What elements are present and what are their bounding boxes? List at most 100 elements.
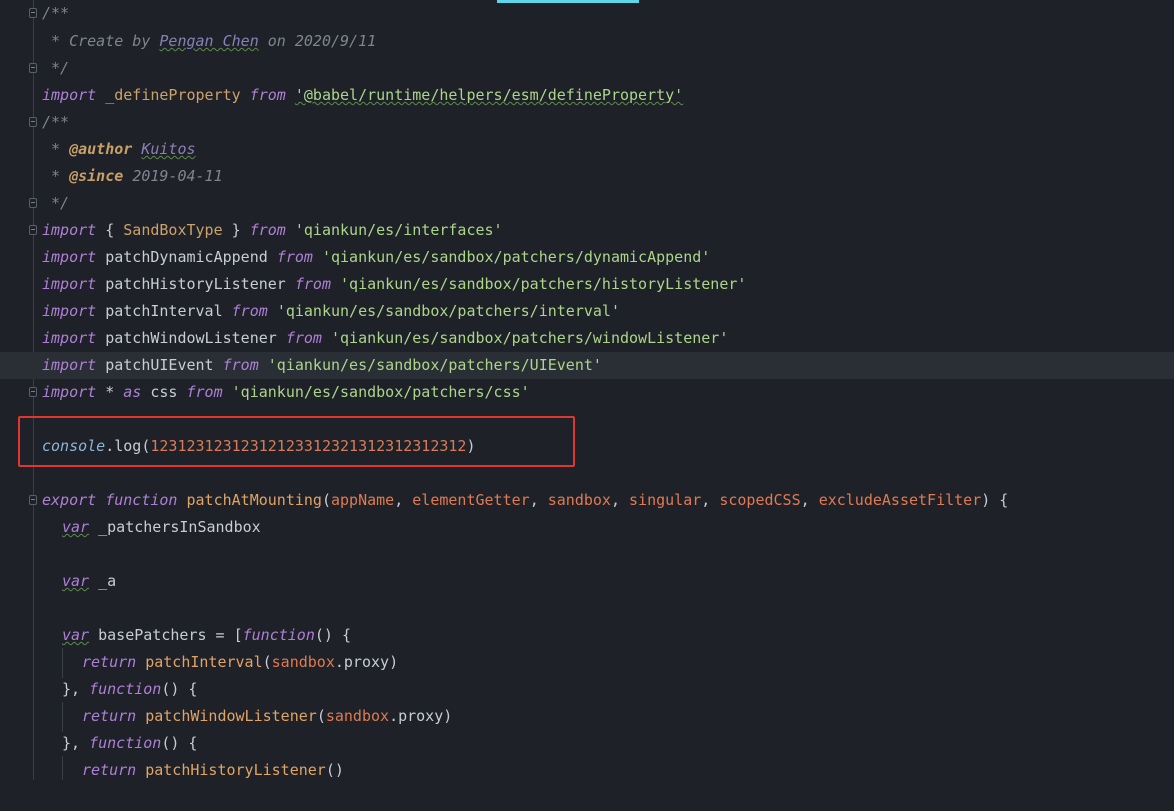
- comment-close: */: [42, 194, 70, 212]
- fold-toggle-icon[interactable]: [29, 495, 37, 505]
- import-keyword: import: [42, 329, 97, 347]
- comma: ,: [529, 491, 548, 509]
- code-line-15[interactable]: import * as css from 'qiankun/es/sandbox…: [0, 379, 1174, 406]
- code-line-14[interactable]: import patchUIEvent from 'qiankun/es/san…: [0, 352, 1174, 379]
- comma: ,: [610, 491, 630, 509]
- from-keyword: from: [294, 275, 331, 293]
- call-parens: (): [325, 761, 344, 779]
- return-keyword: return: [82, 761, 137, 779]
- code-line-9[interactable]: import { SandBoxType } from 'qiankun/es/…: [0, 217, 1174, 244]
- function-name: patchAtMounting: [186, 491, 322, 509]
- comment-close: */: [42, 59, 70, 77]
- function-keyword: function: [242, 626, 315, 644]
- return-keyword: return: [82, 653, 137, 671]
- function-keyword: function: [105, 491, 178, 509]
- namespace-star: *: [96, 383, 124, 401]
- array-separator: },: [62, 734, 90, 752]
- function-tail: () {: [161, 734, 198, 752]
- comment-star: *: [42, 167, 70, 185]
- param-sandbox: sandbox: [547, 491, 611, 509]
- code-line-2[interactable]: * Create by Pengan Chen on 2020/9/11: [0, 28, 1174, 55]
- jsdoc-value: 2019-04-11: [132, 167, 223, 185]
- import-name: _defineProperty: [105, 86, 241, 104]
- function-tail: () {: [161, 680, 198, 698]
- from-keyword: from: [285, 329, 322, 347]
- code-line-22[interactable]: var _a: [0, 568, 1174, 595]
- fold-toggle-icon[interactable]: [29, 225, 37, 235]
- code-line-3[interactable]: */: [0, 55, 1174, 82]
- code-line-13[interactable]: import patchWindowListener from 'qiankun…: [0, 325, 1174, 352]
- import-keyword: import: [42, 221, 97, 239]
- code-line-26[interactable]: }, function() {: [0, 676, 1174, 703]
- import-name: patchHistoryListener: [105, 275, 286, 293]
- comment-open: /**: [42, 4, 70, 22]
- from-keyword: from: [276, 248, 313, 266]
- code-line-24[interactable]: var basePatchers = [function() {: [0, 622, 1174, 649]
- fold-toggle-icon[interactable]: [29, 8, 37, 18]
- paren-open: (: [262, 653, 272, 671]
- code-line-27[interactable]: return patchWindowListener(sandbox.proxy…: [0, 703, 1174, 730]
- code-line-19[interactable]: export function patchAtMounting(appName,…: [0, 487, 1174, 514]
- paren-open: (: [321, 491, 331, 509]
- code-line-5[interactable]: /**: [0, 109, 1174, 136]
- comment-text: * Create by: [42, 32, 160, 50]
- import-name: css: [141, 383, 187, 401]
- import-name: patchUIEvent: [105, 356, 214, 374]
- comment-star: *: [42, 140, 70, 158]
- return-keyword: return: [82, 707, 137, 725]
- var-name: basePatchers = [: [89, 626, 243, 644]
- code-line-7[interactable]: * @since 2019-04-11: [0, 163, 1174, 190]
- fold-toggle-icon[interactable]: [29, 198, 37, 208]
- import-keyword: import: [42, 275, 97, 293]
- from-keyword: from: [231, 302, 268, 320]
- code-line-11[interactable]: import patchHistoryListener from 'qianku…: [0, 271, 1174, 298]
- import-path: 'qiankun/es/sandbox/patchers/interval': [276, 302, 620, 320]
- param-excludeassetfilter: excludeAssetFilter: [818, 491, 982, 509]
- code-line-6[interactable]: * @author Kuitos: [0, 136, 1174, 163]
- import-name: patchDynamicAppend: [105, 248, 268, 266]
- code-line-28[interactable]: }, function() {: [0, 730, 1174, 757]
- import-path: '@babel/runtime/helpers/esm/defineProper…: [294, 86, 684, 104]
- param-scopedcss: scopedCSS: [719, 491, 801, 509]
- import-path: 'qiankun/es/sandbox/patchers/dynamicAppe…: [321, 248, 711, 266]
- code-line-29[interactable]: return patchHistoryListener(): [0, 757, 1174, 780]
- paren-open: (: [316, 707, 326, 725]
- brace-close: }: [222, 221, 250, 239]
- fold-toggle-icon[interactable]: [29, 117, 37, 127]
- jsdoc-value: Kuitos: [141, 140, 196, 158]
- code-line-1[interactable]: /**: [0, 0, 1174, 27]
- export-keyword: export: [42, 491, 97, 509]
- highlight-annotation-box: [18, 416, 575, 467]
- param-appname: appName: [331, 491, 395, 509]
- fold-toggle-icon[interactable]: [29, 387, 37, 397]
- comment-author: Pengan Chen: [159, 32, 259, 50]
- from-keyword: from: [249, 86, 286, 104]
- import-keyword: import: [42, 383, 97, 401]
- proxy-prop: .proxy: [334, 653, 390, 671]
- from-keyword: from: [249, 221, 286, 239]
- proxy-prop: .proxy: [389, 707, 444, 725]
- param-elementgetter: elementGetter: [412, 491, 530, 509]
- call-name: patchInterval: [145, 653, 263, 671]
- as-keyword: as: [123, 383, 142, 401]
- code-line-12[interactable]: import patchInterval from 'qiankun/es/sa…: [0, 298, 1174, 325]
- code-editor[interactable]: /** * Create by Pengan Chen on 2020/9/11…: [0, 0, 1174, 780]
- sandbox-ref: sandbox: [271, 653, 335, 671]
- call-name: patchWindowListener: [145, 707, 317, 725]
- param-singular: singular: [629, 491, 702, 509]
- code-line-10[interactable]: import patchDynamicAppend from 'qiankun/…: [0, 244, 1174, 271]
- code-line-8[interactable]: */: [0, 190, 1174, 217]
- jsdoc-tag: @since: [69, 167, 124, 185]
- from-keyword: from: [222, 356, 259, 374]
- code-line-4[interactable]: import _defineProperty from '@babel/runt…: [0, 82, 1174, 109]
- function-tail: () {: [314, 626, 351, 644]
- import-keyword: import: [42, 356, 97, 374]
- code-line-20[interactable]: var _patchersInSandbox: [0, 514, 1174, 541]
- import-path: 'qiankun/es/interfaces': [294, 221, 503, 239]
- function-keyword: function: [89, 734, 162, 752]
- paren-close: ): [389, 653, 399, 671]
- function-keyword: function: [89, 680, 162, 698]
- code-line-25[interactable]: return patchInterval(sandbox.proxy): [0, 649, 1174, 676]
- call-name: patchHistoryListener: [145, 761, 326, 779]
- fold-toggle-icon[interactable]: [29, 63, 37, 73]
